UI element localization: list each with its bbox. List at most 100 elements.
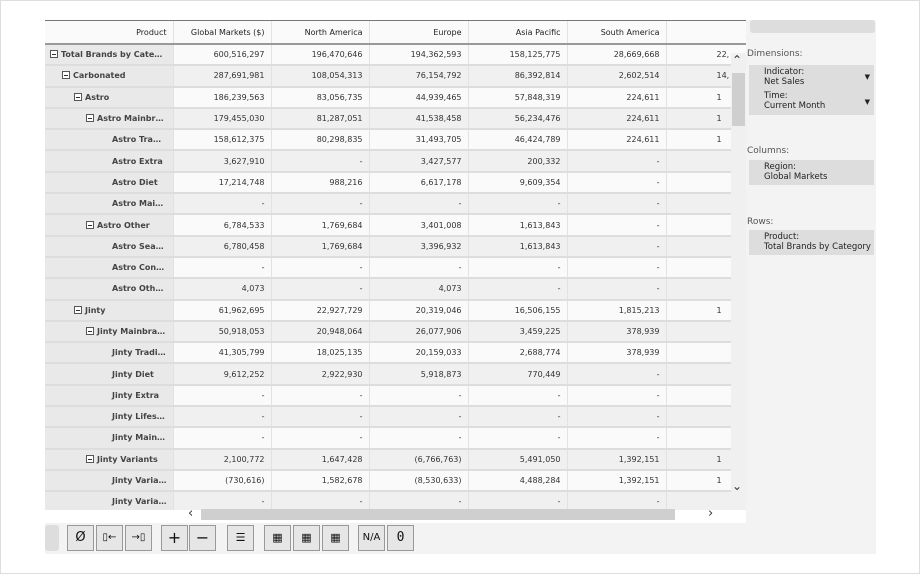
cell-value: 76,154,792 (369, 65, 469, 88)
vertical-scroll-thumb[interactable] (732, 73, 745, 126)
cell-value: 158,612,375 (173, 129, 272, 152)
hide-button[interactable]: Ø (67, 525, 94, 551)
scroll-up-icon[interactable]: ⌃ (732, 53, 742, 67)
region-column-item[interactable]: Region: Global Markets (749, 160, 874, 185)
row-header[interactable]: Total Brands by Category (45, 44, 174, 67)
row-header[interactable]: Jinty Mainbr... (45, 427, 174, 450)
row-header[interactable]: Astro Diet (45, 171, 174, 195)
row-header[interactable]: Jinty (45, 299, 174, 322)
column-header[interactable]: Asia Pacific (468, 21, 568, 45)
cell-value: 1,647,428 (271, 448, 370, 471)
row-header[interactable]: Astro Conce... (45, 256, 174, 280)
table-row: Jinty Mainbrand 50,918,053 20,948,064 26,07… (45, 320, 746, 344)
cell-value: - (271, 193, 370, 216)
cell-value: - (271, 427, 370, 450)
row-header[interactable]: Jinty Diet (45, 363, 174, 386)
row-header[interactable]: Astro Traditi... (45, 129, 174, 152)
collapse-toggle-icon[interactable] (86, 327, 94, 335)
scroll-down-icon[interactable]: ⌄ (732, 479, 742, 493)
row-header[interactable]: Astro Other (45, 214, 174, 237)
table-row: Astro Extra 3,627,910-3,427,577 200,332- (45, 150, 746, 173)
cell-value: 3,427,577 (369, 150, 469, 173)
row-header[interactable]: Jinty Extra (45, 384, 174, 408)
product-row-item[interactable]: Product: Total Brands by Category (749, 230, 874, 255)
collapse-toggle-icon[interactable] (86, 114, 94, 123)
row-header[interactable]: Jinty Variants (45, 448, 174, 471)
collapse-column-button[interactable]: ▯← (96, 525, 123, 551)
tree-layout-button[interactable]: ☰ (227, 525, 254, 551)
column-header[interactable]: Global Markets ($) (173, 21, 272, 45)
row-label: Astro (85, 92, 110, 102)
zero-button[interactable]: 0 (387, 525, 414, 551)
collapse-toggle-icon[interactable] (86, 454, 94, 463)
region-label: Region: (764, 162, 796, 172)
scroll-left-icon[interactable]: ‹ (188, 506, 193, 521)
cell-value: 1,392,151 (567, 448, 667, 471)
cell-value: 6,617,178 (369, 171, 469, 195)
expand-column-button[interactable]: →▯ (125, 525, 152, 551)
collapse-toggle-icon[interactable] (50, 50, 58, 59)
collapse-toggle-icon[interactable] (86, 220, 94, 229)
cell-value: 31,493,705 (369, 129, 469, 152)
column-header[interactable]: North America (271, 21, 370, 45)
row-header[interactable]: Carbonated (45, 65, 174, 88)
row-header[interactable]: Jinty Mainbrand (45, 320, 174, 344)
cell-value: 26,077,906 (369, 320, 469, 344)
table-row: Jinty Variant 2----- (45, 491, 746, 510)
row-header[interactable]: Astro Mainb... (45, 193, 174, 216)
cell-value: 194,362,593 (369, 44, 469, 67)
table-row: Astro Others 4,073-4,073- - (45, 278, 746, 301)
cell-value: 1,815,213 (567, 299, 667, 322)
column-right-icon: →▯ (131, 532, 146, 543)
table-row: Jinty Variant 1 (730,616) 1,582,678 (8,530,… (45, 469, 746, 493)
cell-value: - (567, 235, 667, 258)
column-header[interactable]: South America (567, 21, 667, 45)
collapse-all-button[interactable]: − (189, 525, 216, 551)
row-header[interactable]: Astro Seasonal (45, 235, 174, 258)
cell-value: - (173, 193, 272, 216)
na-button[interactable]: N/A (358, 525, 385, 551)
cell-value: 224,611 (567, 86, 667, 109)
collapse-toggle-icon[interactable] (74, 92, 82, 101)
collapse-toggle-icon[interactable] (62, 71, 70, 80)
cell-value: 4,073 (173, 278, 272, 301)
row-label: Jinty Mainbr... (112, 433, 173, 443)
cell-value: - (369, 193, 469, 216)
column-header[interactable]: Product (45, 21, 174, 45)
row-header[interactable]: Jinty Traditio... (45, 342, 174, 365)
scroll-right-icon[interactable]: › (708, 506, 713, 521)
expand-all-button[interactable]: + (161, 525, 188, 551)
cell-value: 5,491,050 (468, 448, 568, 471)
indicator-dropdown[interactable]: Indicator: Net Sales ▼ (749, 65, 874, 89)
cell-value: - (567, 363, 667, 386)
cell-value: - (468, 406, 568, 429)
cell-value: - (369, 491, 469, 510)
table-row: Jinty Extra - - - - - (45, 384, 746, 408)
collapse-toggle-icon[interactable] (74, 305, 82, 314)
row-header[interactable]: Astro Extra (45, 150, 174, 173)
row-header[interactable]: Astro Others (45, 278, 174, 301)
grid-dense-button[interactable]: ▦ (264, 525, 291, 551)
cell-value: 770,449 (468, 363, 568, 386)
cell-value: 3,401,008 (369, 214, 469, 237)
row-header[interactable]: Jinty Variant 1 (45, 469, 174, 493)
cell-value: 41,538,458 (369, 107, 469, 131)
row-header[interactable]: Jinty Variant 2 (45, 491, 174, 510)
time-dropdown[interactable]: Time: Current Month ▼ (749, 89, 874, 115)
row-header[interactable]: Astro Mainbrand (45, 107, 174, 131)
horizontal-scroll-thumb[interactable] (201, 509, 675, 520)
cell-value: 80,298,835 (271, 129, 370, 152)
row-header[interactable]: Jinty Lifestyle (45, 406, 174, 429)
table-row: Jinty Lifestyle - - - - - (45, 406, 746, 429)
grid-medium-button[interactable]: ▦ (293, 525, 320, 551)
columns-label: Columns: (747, 146, 790, 156)
row-header[interactable]: Astro (45, 86, 174, 109)
cell-value: 6,784,533 (173, 214, 272, 237)
column-header[interactable]: Head Of (666, 21, 746, 45)
cell-value: 1,613,843 (468, 214, 568, 237)
cell-value: 2,602,514 (567, 65, 667, 88)
row-label: Carbonated (73, 71, 126, 81)
cell-value: - (369, 406, 469, 429)
grid-light-button[interactable]: ▦ (322, 525, 349, 551)
column-header[interactable]: Europe (369, 21, 469, 45)
